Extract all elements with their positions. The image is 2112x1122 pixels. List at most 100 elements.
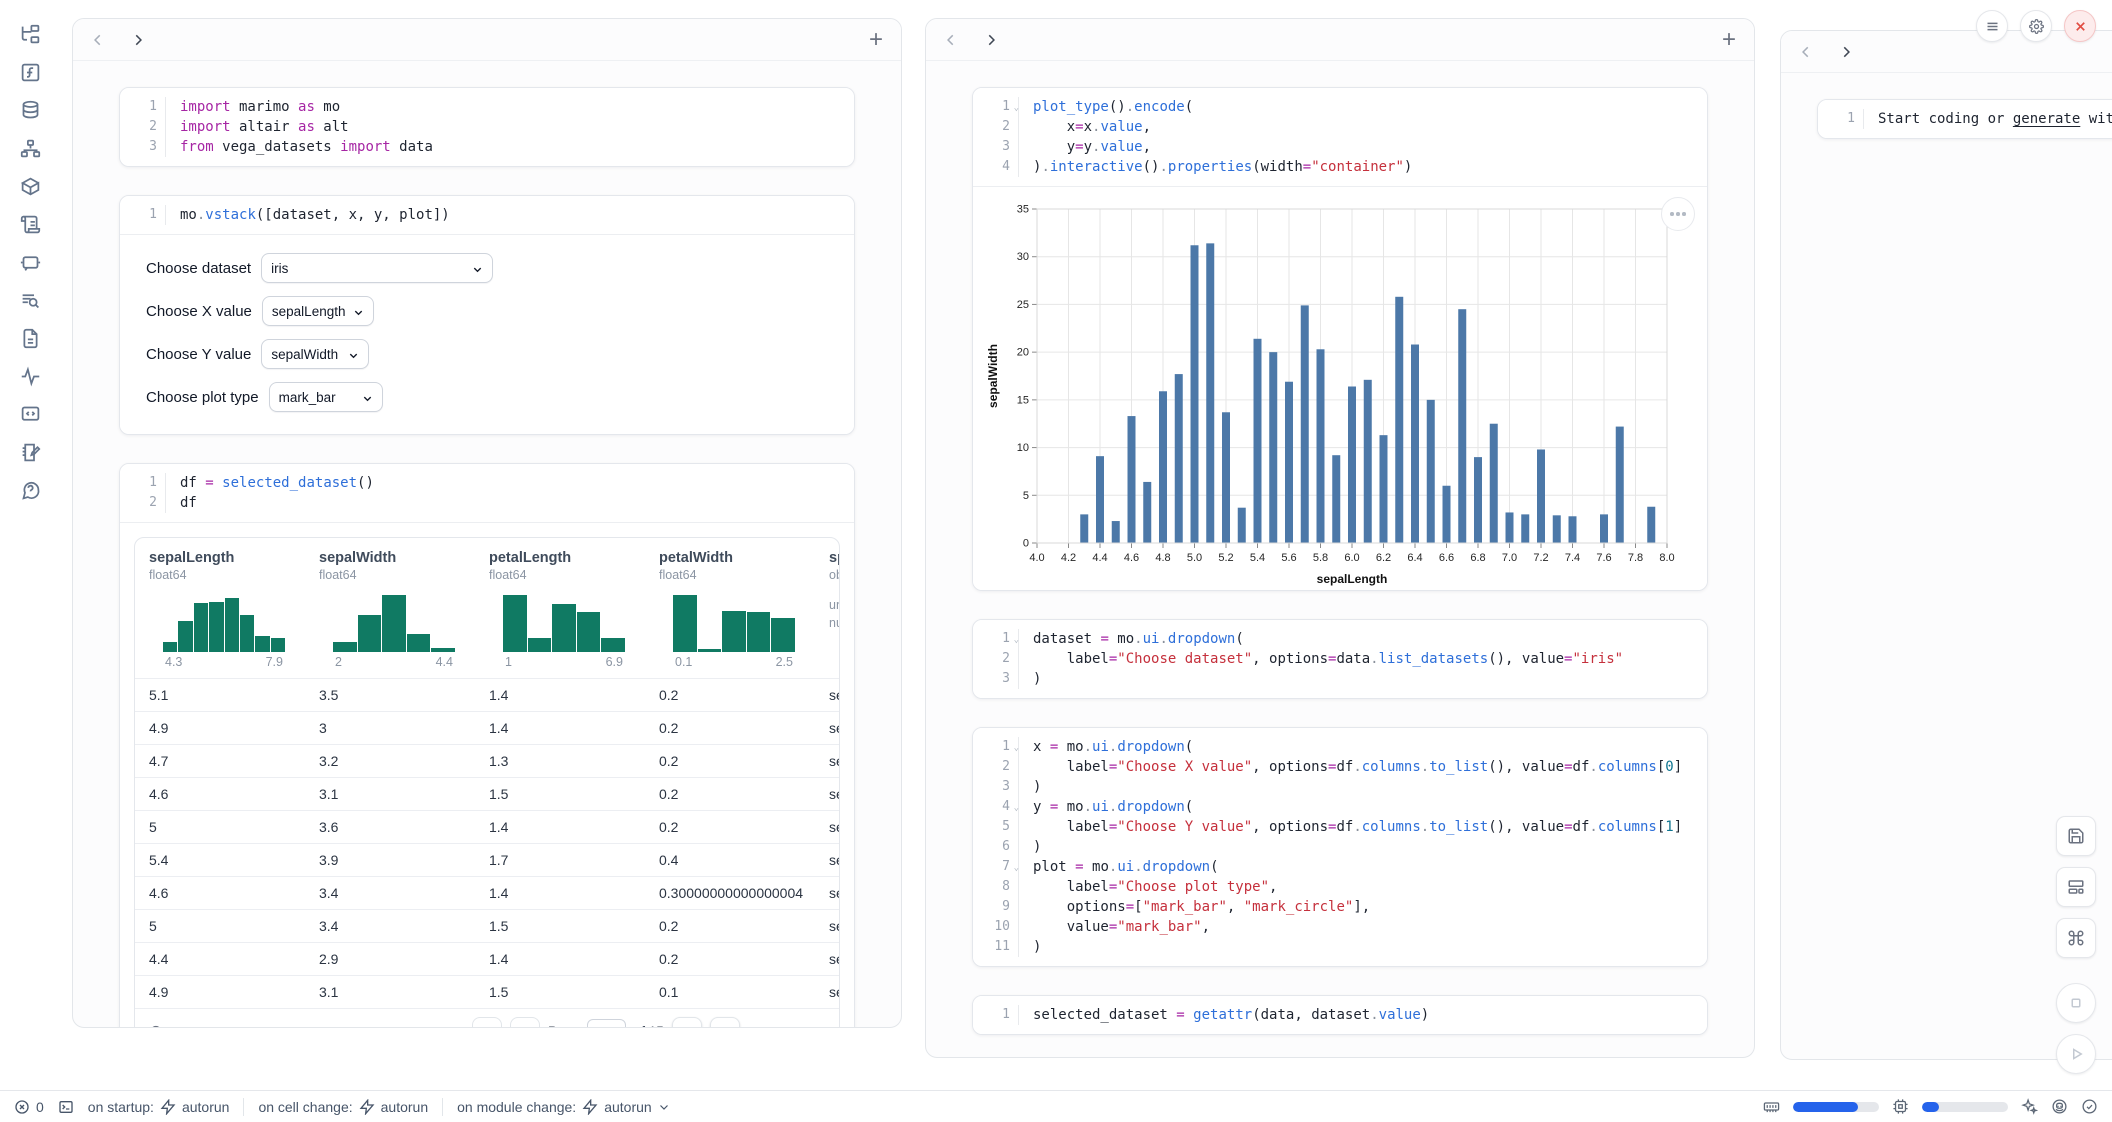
prev-page-button[interactable] — [510, 1017, 540, 1029]
code-line[interactable]: ) — [1019, 937, 1707, 957]
code-line[interactable]: y=y.value, — [1019, 137, 1707, 157]
code-snippet-icon[interactable] — [18, 402, 42, 426]
file-tree-icon[interactable] — [18, 22, 42, 46]
code-line[interactable]: x = mo.ui.dropdown( — [1019, 737, 1707, 757]
run-button[interactable] — [2056, 1034, 2096, 1074]
code-line[interactable]: mo.vstack([dataset, x, y, plot]) — [166, 205, 854, 225]
activity-icon[interactable] — [18, 364, 42, 388]
x-value-select[interactable]: sepalLength — [262, 296, 374, 326]
table-row[interactable]: 4.63.11.50.2setosa — [135, 777, 839, 810]
dataset-dropdown-cell[interactable]: 1⌄dataset = mo.ui.dropdown(2 label="Choo… — [972, 619, 1708, 699]
code-line[interactable]: import marimo as mo — [166, 97, 854, 117]
code-line[interactable]: selected_dataset = getattr(data, dataset… — [1019, 1005, 1707, 1025]
startup-mode[interactable]: on startup: autorun — [88, 1099, 230, 1115]
table-row[interactable]: 4.63.41.40.30000000000000004setosa — [135, 876, 839, 909]
page-number-select[interactable]: 1 — [587, 1019, 625, 1029]
column-forward-icon[interactable] — [984, 33, 998, 47]
module-change-mode[interactable]: on module change: autorun — [457, 1099, 670, 1115]
notebook-edit-icon[interactable] — [18, 440, 42, 464]
table-row[interactable]: 53.61.40.2setosa — [135, 810, 839, 843]
code-line[interactable]: value="mark_bar", — [1019, 917, 1707, 937]
code-line[interactable]: options=["mark_bar", "mark_circle"], — [1019, 897, 1707, 917]
code-editor[interactable]: 1⌄dataset = mo.ui.dropdown(2 label="Choo… — [973, 620, 1707, 698]
code-line[interactable]: x=x.value, — [1019, 117, 1707, 137]
code-line[interactable]: dataset = mo.ui.dropdown( — [1019, 629, 1707, 649]
ai-sparkles-icon[interactable] — [2021, 1098, 2038, 1115]
chart-menu-button[interactable] — [1661, 197, 1695, 231]
database-icon[interactable] — [18, 98, 42, 122]
chat-bot-icon[interactable] — [18, 250, 42, 274]
table-row[interactable]: 5.43.91.70.4setosa — [135, 843, 839, 876]
column-forward-icon[interactable] — [1839, 45, 1853, 59]
table-row[interactable]: 4.931.40.2setosa — [135, 711, 839, 744]
column-histogram[interactable] — [503, 592, 625, 652]
column-back-icon[interactable] — [91, 33, 105, 47]
fold-chevron-icon[interactable]: ⌄ — [1014, 630, 1019, 650]
column-forward-icon[interactable] — [131, 33, 145, 47]
column-header[interactable]: speciesobjectunique:nulls: — [815, 538, 839, 678]
code-line[interactable]: plot = mo.ui.dropdown( — [1019, 857, 1707, 877]
code-editor[interactable]: 1selected_dataset = getattr(data, datase… — [973, 996, 1707, 1034]
code-line[interactable]: label="Choose dataset", options=data.lis… — [1019, 649, 1707, 669]
column-header[interactable]: sepalLengthfloat644.37.9 — [135, 538, 305, 678]
menu-button[interactable] — [1976, 10, 2008, 42]
vstack-cell[interactable]: 1mo.vstack([dataset, x, y, plot]) Choose… — [119, 195, 855, 435]
stop-button[interactable] — [2056, 983, 2096, 1023]
xy-plot-dropdown-cell[interactable]: 1⌄x = mo.ui.dropdown(2 label="Choose X v… — [972, 727, 1708, 967]
document-icon[interactable] — [18, 326, 42, 350]
fold-chevron-icon[interactable]: ⌄ — [1014, 858, 1019, 878]
error-count-indicator[interactable]: 0 — [14, 1099, 44, 1115]
add-cell-button[interactable]: + — [869, 28, 883, 52]
plot-type-select[interactable]: mark_bar — [269, 382, 383, 412]
dataset-select[interactable]: iris — [261, 253, 493, 283]
code-line[interactable]: ) — [1019, 837, 1707, 857]
selected-dataset-cell[interactable]: 1selected_dataset = getattr(data, datase… — [972, 995, 1708, 1035]
download-button[interactable]: Download — [748, 1024, 825, 1029]
fold-chevron-icon[interactable]: ⌄ — [1014, 738, 1019, 758]
code-editor[interactable]: 1mo.vstack([dataset, x, y, plot]) — [120, 196, 854, 234]
code-line[interactable]: label="Choose plot type", — [1019, 877, 1707, 897]
code-line[interactable]: y = mo.ui.dropdown( — [1019, 797, 1707, 817]
table-row[interactable]: 4.42.91.40.2setosa — [135, 942, 839, 975]
code-editor[interactable]: 1df = selected_dataset()2df — [120, 464, 854, 522]
code-line[interactable]: ).interactive().properties(width="contai… — [1019, 157, 1707, 177]
code-editor[interactable]: 1⌄x = mo.ui.dropdown(2 label="Choose X v… — [973, 728, 1707, 966]
y-value-select[interactable]: sepalWidth — [261, 339, 369, 369]
save-button[interactable] — [2056, 816, 2096, 856]
fold-chevron-icon[interactable]: ⌄ — [1014, 798, 1019, 818]
column-back-icon[interactable] — [1799, 45, 1813, 59]
last-page-button[interactable] — [710, 1017, 740, 1029]
column-histogram[interactable] — [163, 592, 285, 652]
code-editor[interactable]: 1⌄plot_type().encode(2 x=x.value,3 y=y.v… — [973, 88, 1707, 186]
table-row[interactable]: 53.41.50.2setosa — [135, 909, 839, 942]
code-line[interactable]: df — [166, 493, 854, 513]
cell-change-mode[interactable]: on cell change: autorun — [258, 1099, 428, 1115]
column-back-icon[interactable] — [944, 33, 958, 47]
code-line[interactable]: plot_type().encode( — [1019, 97, 1707, 117]
dataframe-cell[interactable]: 1df = selected_dataset()2df sepalLengthf… — [119, 463, 855, 1028]
code-line[interactable]: import altair as alt — [166, 117, 854, 137]
package-icon[interactable] — [18, 174, 42, 198]
code-line[interactable]: df = selected_dataset() — [166, 473, 854, 493]
next-page-button[interactable] — [672, 1017, 702, 1029]
code-line[interactable]: ) — [1019, 777, 1707, 797]
code-line[interactable]: label="Choose Y value", options=df.colum… — [1019, 817, 1707, 837]
first-page-button[interactable] — [472, 1017, 502, 1029]
network-icon[interactable] — [18, 136, 42, 160]
altair-chart[interactable]: 4.04.24.44.64.85.05.25.45.65.86.06.26.46… — [983, 195, 1701, 591]
code-editor[interactable]: 1import marimo as mo2import altair as al… — [120, 88, 854, 166]
fold-chevron-icon[interactable]: ⌄ — [1014, 98, 1019, 118]
table-row[interactable]: 4.73.21.30.2setosa — [135, 744, 839, 777]
code-line[interactable]: label="Choose X value", options=df.colum… — [1019, 757, 1707, 777]
terminal-button[interactable] — [58, 1099, 74, 1115]
keyboard-shortcuts-button[interactable] — [2056, 918, 2096, 958]
column-histogram[interactable] — [333, 592, 455, 652]
scroll-text-icon[interactable] — [18, 212, 42, 236]
table-row[interactable]: 5.13.51.40.2setosa — [135, 678, 839, 711]
help-bubble-icon[interactable] — [18, 478, 42, 502]
empty-code-cell[interactable]: 1 Start coding or generate with — [1817, 99, 2112, 139]
layout-button[interactable] — [2056, 867, 2096, 907]
plot-cell[interactable]: 1⌄plot_type().encode(2 x=x.value,3 y=y.v… — [972, 87, 1708, 591]
column-header[interactable]: petalWidthfloat640.12.5 — [645, 538, 815, 678]
column-header[interactable]: sepalWidthfloat6424.4 — [305, 538, 475, 678]
